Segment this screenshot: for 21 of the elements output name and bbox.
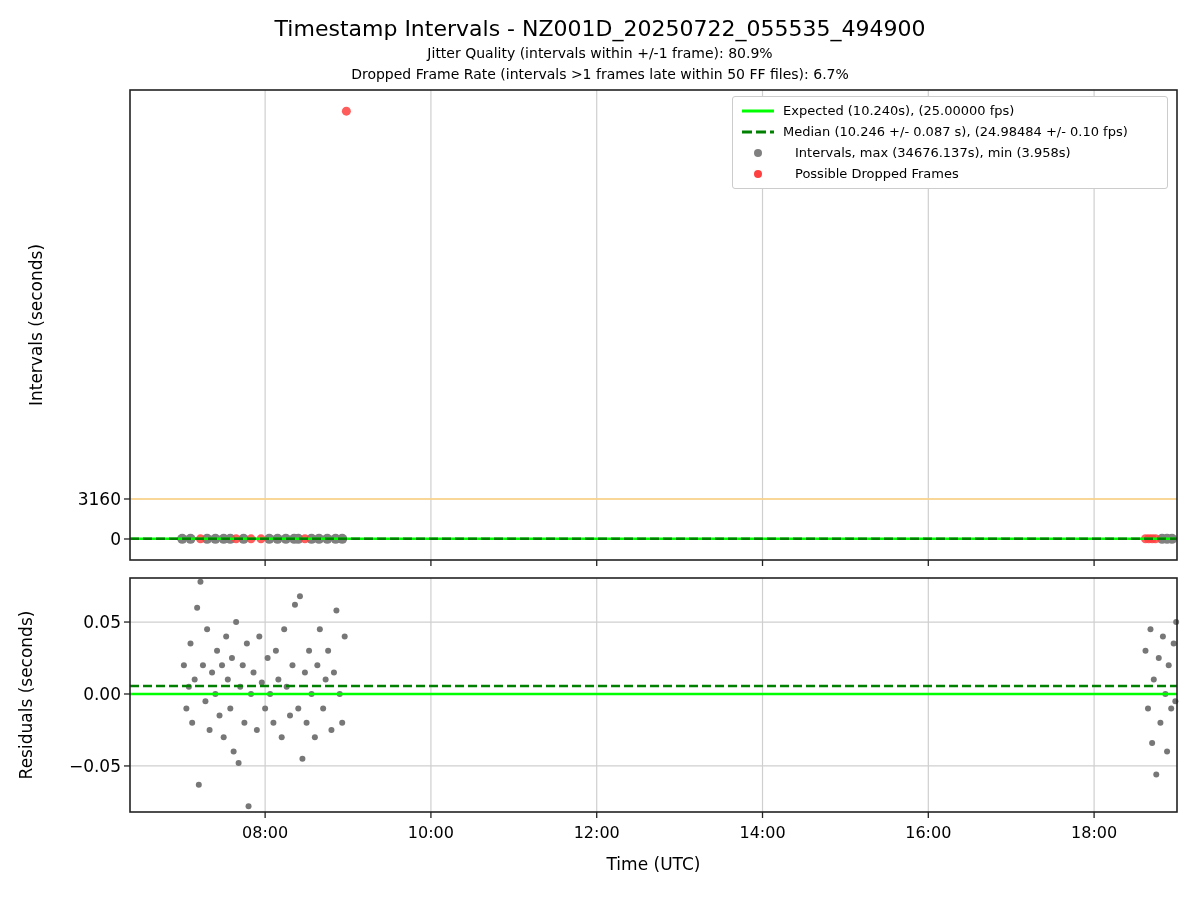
y-tick-label: 0.00 <box>83 684 121 704</box>
y-tick-label: 0.05 <box>83 612 121 633</box>
legend-label: Possible Dropped Frames <box>795 166 959 181</box>
legend-label: Expected (10.240s), (25.00000 fps) <box>783 103 1015 118</box>
y-tick-label: 3160 <box>77 489 121 509</box>
y-tick-label: −0.05 <box>68 755 121 776</box>
x-tick-label: 16:00 <box>905 823 952 842</box>
legend-label: Median (10.246 +/- 0.087 s), (24.98484 +/- 0.10 fps) <box>783 124 1128 139</box>
figure-subtitle: Jitter Quality (intervals within +/-1 frame): 80.9% <box>427 44 773 63</box>
y-axis-label: Residuals (seconds) <box>16 610 36 780</box>
y-tick-label: 0 <box>110 529 121 549</box>
x-tick-label: 10:00 <box>407 823 454 842</box>
figure-subtitle: Dropped Frame Rate (intervals >1 frames late within 50 FF files): 6.7% <box>351 65 849 84</box>
x-tick-label: 18:00 <box>1071 823 1118 842</box>
y-axis-label: Intervals (seconds) <box>26 243 46 407</box>
figure-title: Timestamp Intervals - NZ001D_20250722_055535_494900 <box>274 15 926 43</box>
legend-label: Intervals, max (34676.137s), min (3.958s) <box>795 145 1071 160</box>
x-tick-label: 08:00 <box>242 823 289 842</box>
x-tick-label: 12:00 <box>573 823 620 842</box>
x-axis-label: Time (UTC) <box>606 854 701 874</box>
x-tick-label: 14:00 <box>739 823 786 842</box>
